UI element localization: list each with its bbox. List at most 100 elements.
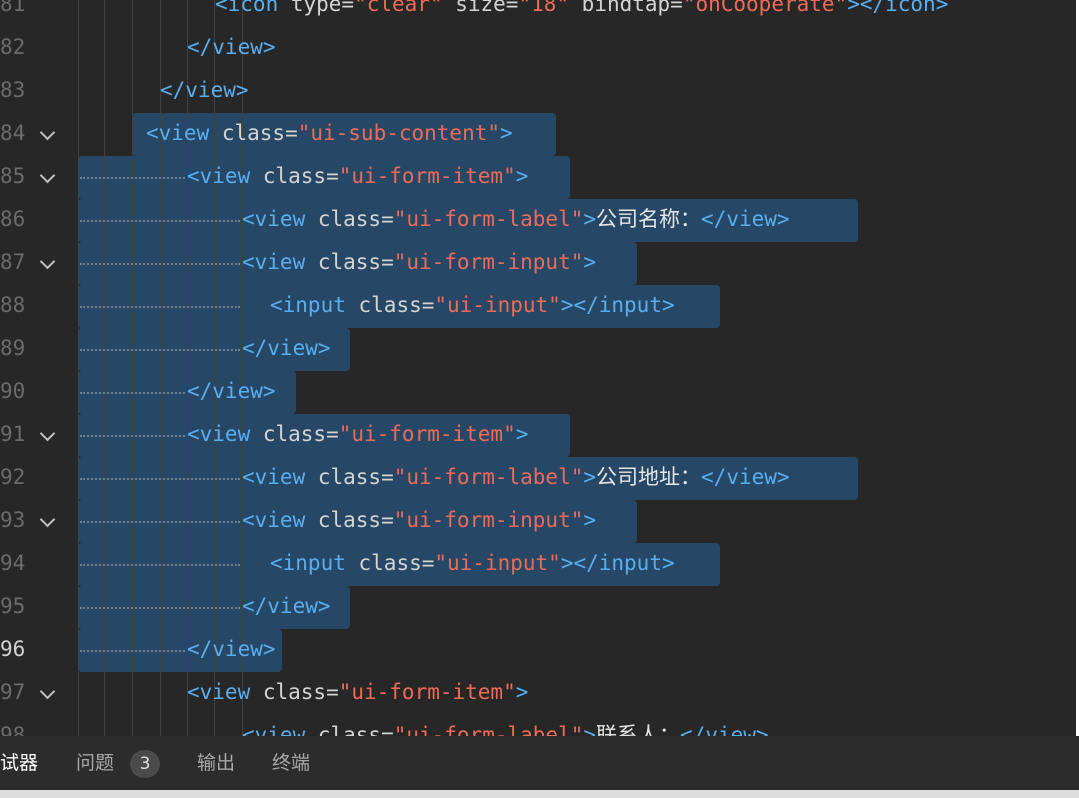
code-line: <view class="ui-form-label">联系人：</view> xyxy=(242,714,769,736)
gutter-line: 86 xyxy=(0,198,80,241)
tab-debugger[interactable]: 试器 xyxy=(0,736,38,790)
whitespace-dots xyxy=(80,478,240,480)
line-number: 95 xyxy=(0,594,26,618)
gutter-line: 81 xyxy=(0,0,80,26)
line-number: 94 xyxy=(0,551,26,575)
gutter-line: 92 xyxy=(0,456,80,499)
gutter-line: 84 xyxy=(0,112,80,155)
code-token: "ui-input" xyxy=(434,551,561,575)
code-token: <icon xyxy=(215,0,291,16)
status-strip xyxy=(0,790,1079,798)
code-token: </view> xyxy=(242,336,331,360)
code-line: <view class="ui-form-item"> xyxy=(187,155,528,198)
whitespace-dots xyxy=(80,564,240,566)
line-number: 82 xyxy=(0,35,26,59)
line-number: 89 xyxy=(0,336,26,360)
code-line: </view> xyxy=(242,327,331,370)
line-number: 88 xyxy=(0,293,26,317)
code-token: > xyxy=(583,465,597,489)
code-token: </view> xyxy=(701,207,790,231)
gutter-line: 93 xyxy=(0,499,80,542)
chevron-down-icon[interactable] xyxy=(39,425,56,442)
gutter-line: 90 xyxy=(0,370,80,413)
code-token: <view xyxy=(242,250,318,274)
code-token: class= xyxy=(262,164,339,188)
code-line: <view class="ui-form-item"> xyxy=(187,671,528,714)
line-number: 87 xyxy=(0,250,26,274)
code-token: class= xyxy=(262,422,339,446)
code-token: <view xyxy=(146,121,222,145)
code-line: <view class="ui-form-item"> xyxy=(187,413,528,456)
code-token: class= xyxy=(317,250,394,274)
code-token: > xyxy=(515,422,529,446)
code-line: <input class="ui-input"></input> xyxy=(270,284,675,327)
tab-terminal[interactable]: 终端 xyxy=(272,736,310,790)
code-token: 公司地址： xyxy=(596,465,702,489)
code-editor[interactable]: 81 <icon type="clear" size="18" bindtap="… xyxy=(0,0,1076,736)
gutter-line: 95 xyxy=(0,585,80,628)
code-token: <view xyxy=(242,207,318,231)
code-token: "ui-form-label" xyxy=(393,207,584,231)
tab-output[interactable]: 输出 xyxy=(197,736,235,790)
line-number: 81 xyxy=(0,0,26,16)
whitespace-dots xyxy=(80,263,240,265)
code-token: size= xyxy=(442,0,519,16)
code-token: class= xyxy=(317,723,394,736)
code-line: </view> xyxy=(242,585,331,628)
whitespace-dots xyxy=(80,177,185,179)
code-token: > xyxy=(583,207,597,231)
line-number: 98 xyxy=(0,723,26,736)
code-token: "ui-form-item" xyxy=(338,680,516,704)
code-line: <view class="ui-form-label">公司名称：</view> xyxy=(242,198,790,241)
chevron-down-icon[interactable] xyxy=(39,167,56,184)
code-line: <view class="ui-form-label">公司地址：</view> xyxy=(242,456,790,499)
gutter-line: 88 xyxy=(0,284,80,327)
chevron-down-icon[interactable] xyxy=(39,511,56,528)
code-token: > xyxy=(583,250,597,274)
code-line: <view class="ui-sub-content"> xyxy=(146,112,513,155)
line-number: 97 xyxy=(0,680,26,704)
code-line: </view> xyxy=(187,370,276,413)
line-number: 93 xyxy=(0,508,26,532)
whitespace-dots xyxy=(80,435,185,437)
chevron-down-icon[interactable] xyxy=(39,683,56,700)
code-token: ></input> xyxy=(560,551,675,575)
code-token: > xyxy=(515,680,529,704)
code-token: bindtap= xyxy=(569,0,683,16)
whitespace-dots xyxy=(80,607,240,609)
chevron-down-icon[interactable] xyxy=(39,253,56,270)
line-number: 86 xyxy=(0,207,26,231)
gutter-line: 83 xyxy=(0,69,80,112)
line-number: 83 xyxy=(0,78,26,102)
code-token: </view> xyxy=(701,465,790,489)
gutter-line: 89 xyxy=(0,327,80,370)
code-line: <icon type="clear" size="18" bindtap="on… xyxy=(215,0,948,26)
code-token: 联系人： xyxy=(596,723,681,736)
gutter-line: 91 xyxy=(0,413,80,456)
code-token: class= xyxy=(262,680,339,704)
line-number: 90 xyxy=(0,379,26,403)
indent-guide xyxy=(104,0,105,736)
code-token: ></icon> xyxy=(847,0,949,16)
indent-guide xyxy=(132,0,133,736)
code-token: class= xyxy=(358,551,435,575)
whitespace-dots xyxy=(80,306,240,308)
chevron-down-icon[interactable] xyxy=(39,124,56,141)
code-token: <input xyxy=(270,293,359,317)
bottom-panel-tabs: 试器 问题 3 输出 终端 xyxy=(0,736,1079,790)
problems-count-badge: 3 xyxy=(130,750,160,778)
code-line: <input class="ui-input"></input> xyxy=(270,542,675,585)
code-token: > xyxy=(500,121,513,145)
code-token: class= xyxy=(317,207,394,231)
tab-problems[interactable]: 问题 xyxy=(76,736,114,790)
code-token: "ui-form-label" xyxy=(393,465,584,489)
code-token: > xyxy=(583,508,597,532)
code-line: </view> xyxy=(187,26,276,69)
gutter-line: 94 xyxy=(0,542,80,585)
code-token: <view xyxy=(242,508,318,532)
code-token: ></input> xyxy=(560,293,675,317)
code-token: </view> xyxy=(187,35,276,59)
code-token: <view xyxy=(242,465,318,489)
code-token: > xyxy=(583,723,597,736)
code-token: > xyxy=(515,164,529,188)
